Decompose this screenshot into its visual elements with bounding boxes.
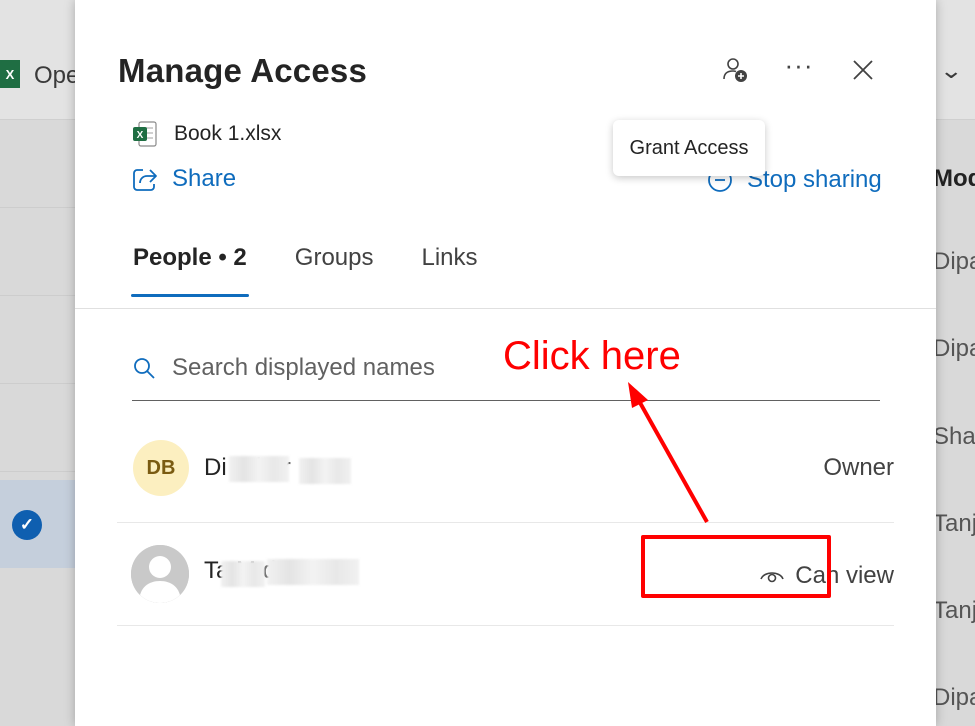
dialog-title: Manage Access: [118, 52, 368, 89]
background-open-label: Ope: [34, 62, 80, 89]
background-cell: Dipa: [933, 248, 975, 275]
chevron-down-icon: ⌄: [939, 58, 964, 83]
background-cell: Tanjo: [933, 597, 975, 624]
person-add-icon: [723, 58, 747, 82]
name-redaction: [221, 561, 265, 587]
tab-people[interactable]: People • 2: [131, 244, 249, 298]
tab-groups[interactable]: Groups: [295, 244, 374, 298]
tab-divider: [75, 308, 936, 309]
svg-text:X: X: [137, 130, 144, 141]
file-info: X Book 1.xlsx: [132, 120, 281, 148]
name-redaction: [267, 559, 359, 585]
close-button[interactable]: [841, 48, 885, 92]
background-cell: Dipa: [933, 684, 975, 711]
background-column-header: Mod: [933, 165, 975, 192]
search-input[interactable]: [172, 354, 792, 382]
background-row: [0, 208, 75, 296]
avatar: DB: [133, 440, 189, 496]
check-circle-icon: ✓: [12, 510, 42, 540]
background-row: [0, 296, 75, 384]
avatar-placeholder-icon: [131, 545, 189, 603]
access-tabs: People • 2 Groups Links: [131, 244, 526, 298]
background-row: [0, 384, 75, 472]
background-cell: Tanjo: [933, 510, 975, 537]
more-icon: ···: [784, 50, 814, 80]
share-button[interactable]: Share: [132, 165, 236, 193]
share-label: Share: [172, 165, 237, 192]
excel-file-icon: X: [133, 121, 157, 147]
search-icon: [134, 358, 155, 379]
role-label: Owner: [823, 454, 894, 481]
grant-access-tooltip: Grant Access: [613, 120, 765, 176]
tab-links[interactable]: Links: [421, 244, 477, 298]
name-redaction: [229, 456, 289, 482]
excel-icon: X: [0, 60, 20, 88]
share-icon: [133, 169, 157, 191]
background-row: [0, 120, 75, 208]
close-icon: [853, 60, 873, 80]
stop-sharing-label: Stop sharing: [747, 166, 882, 193]
annotation-highlight-box: [641, 535, 831, 598]
avatar: [131, 545, 189, 603]
background-cell: Dipa: [933, 335, 975, 362]
grant-access-button[interactable]: [713, 48, 757, 92]
background-list: [0, 120, 75, 726]
background-cell: Shar: [933, 423, 975, 450]
more-options-button[interactable]: ···: [777, 48, 821, 92]
person-row-owner[interactable]: DB Di B har Owner: [117, 418, 894, 523]
name-redaction: [299, 458, 351, 484]
file-name: Book 1.xlsx: [174, 122, 282, 145]
annotation-text: Click here: [503, 334, 681, 378]
